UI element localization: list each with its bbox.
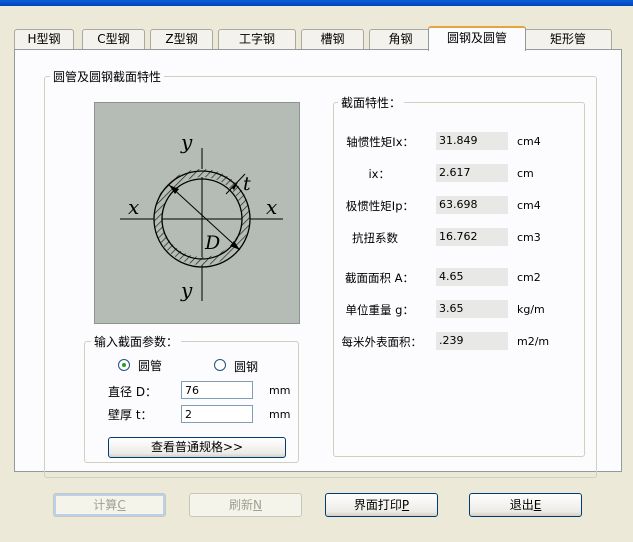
diameter-label: 直径 D：: [108, 385, 158, 399]
tab-angle[interactable]: 角钢: [369, 29, 432, 49]
label-y-bottom: y: [180, 278, 193, 302]
prop-label-surface: 每米外表面积：: [341, 335, 423, 349]
tab-i-beam[interactable]: 工字钢: [218, 29, 296, 49]
prop-unit-ix-moment: cm4: [517, 135, 541, 148]
calc-button-label: 计算: [93, 498, 118, 512]
prop-label-ix-radius: ix：: [368, 167, 390, 181]
tab-channel[interactable]: 槽钢: [301, 29, 364, 49]
radio-bar[interactable]: [214, 359, 226, 371]
print-button-label: 界面打印: [353, 498, 402, 512]
diameter-input[interactable]: [181, 381, 253, 399]
prop-unit-ip: cm4: [517, 199, 541, 212]
label-t: t: [243, 173, 251, 195]
label-x-right: x: [266, 195, 277, 219]
tube-cross-section-diagram: y y x x t D: [94, 102, 300, 324]
prop-value-surface: .239: [436, 332, 508, 350]
radio-bar-label[interactable]: 圆钢: [234, 358, 258, 375]
prop-label-torsion: 抗扭系数: [352, 231, 398, 245]
prop-value-torsion: 16.762: [436, 228, 508, 246]
view-spec-button[interactable]: 查看普通规格>>: [108, 437, 286, 458]
prop-value-ip: 63.698: [436, 196, 508, 214]
thickness-label: 壁厚 t：: [108, 408, 153, 422]
refresh-button-key: N: [253, 498, 262, 512]
refresh-button-label: 刷新: [229, 498, 254, 512]
tab-round-bar-and-tube[interactable]: 圆钢及圆管: [428, 26, 526, 51]
prop-label-area: 截面面积 A：: [344, 271, 414, 285]
prop-unit-weight: kg/m: [517, 303, 545, 316]
exit-button-key: E: [533, 498, 542, 512]
print-button[interactable]: 界面打印P: [325, 493, 438, 517]
radio-tube[interactable]: [118, 359, 130, 371]
window-title-bar: [0, 0, 633, 6]
thickness-unit: mm: [269, 408, 291, 421]
tab-h-steel[interactable]: H型钢: [14, 29, 74, 49]
prop-unit-area: cm2: [517, 271, 541, 284]
label-y-top: y: [180, 130, 193, 154]
exit-button[interactable]: 退出E: [469, 493, 582, 517]
prop-value-ix-radius: 2.617: [436, 164, 508, 182]
prop-value-weight: 3.65: [436, 300, 508, 318]
calc-button[interactable]: 计算C: [53, 493, 166, 517]
prop-value-area: 4.65: [436, 268, 508, 286]
tab-z-steel[interactable]: Z型钢: [150, 29, 213, 49]
prop-label-ix-moment: 轴惯性矩Ix：: [346, 135, 414, 149]
thickness-input[interactable]: [181, 405, 253, 423]
label-x-left: x: [128, 195, 139, 219]
prop-label-ip: 极惯性矩Ip：: [345, 199, 414, 213]
prop-unit-ix-radius: cm: [517, 167, 534, 180]
exit-button-label: 退出: [509, 498, 534, 512]
prop-label-weight: 单位重量 g：: [345, 303, 414, 317]
properties-title: 截面特性：: [338, 94, 405, 111]
prop-unit-surface: m2/m: [517, 335, 550, 348]
prop-unit-torsion: cm3: [517, 231, 541, 244]
cross-section-drawing: y y x x t D: [120, 130, 283, 302]
radio-tube-label[interactable]: 圆管: [138, 357, 162, 374]
prop-value-ix-moment: 31.849: [436, 132, 508, 150]
diameter-unit: mm: [269, 384, 291, 397]
tab-rect-tube[interactable]: 矩形管: [524, 29, 612, 49]
label-D: D: [204, 232, 220, 254]
print-button-key: P: [401, 498, 410, 512]
refresh-button[interactable]: 刷新N: [189, 493, 302, 517]
input-params-title: 输入截面参数：: [91, 333, 182, 350]
tab-c-steel[interactable]: C型钢: [82, 29, 145, 49]
section-group-title: 圆管及圆钢截面特性: [50, 68, 165, 85]
calc-button-key: C: [117, 498, 126, 512]
